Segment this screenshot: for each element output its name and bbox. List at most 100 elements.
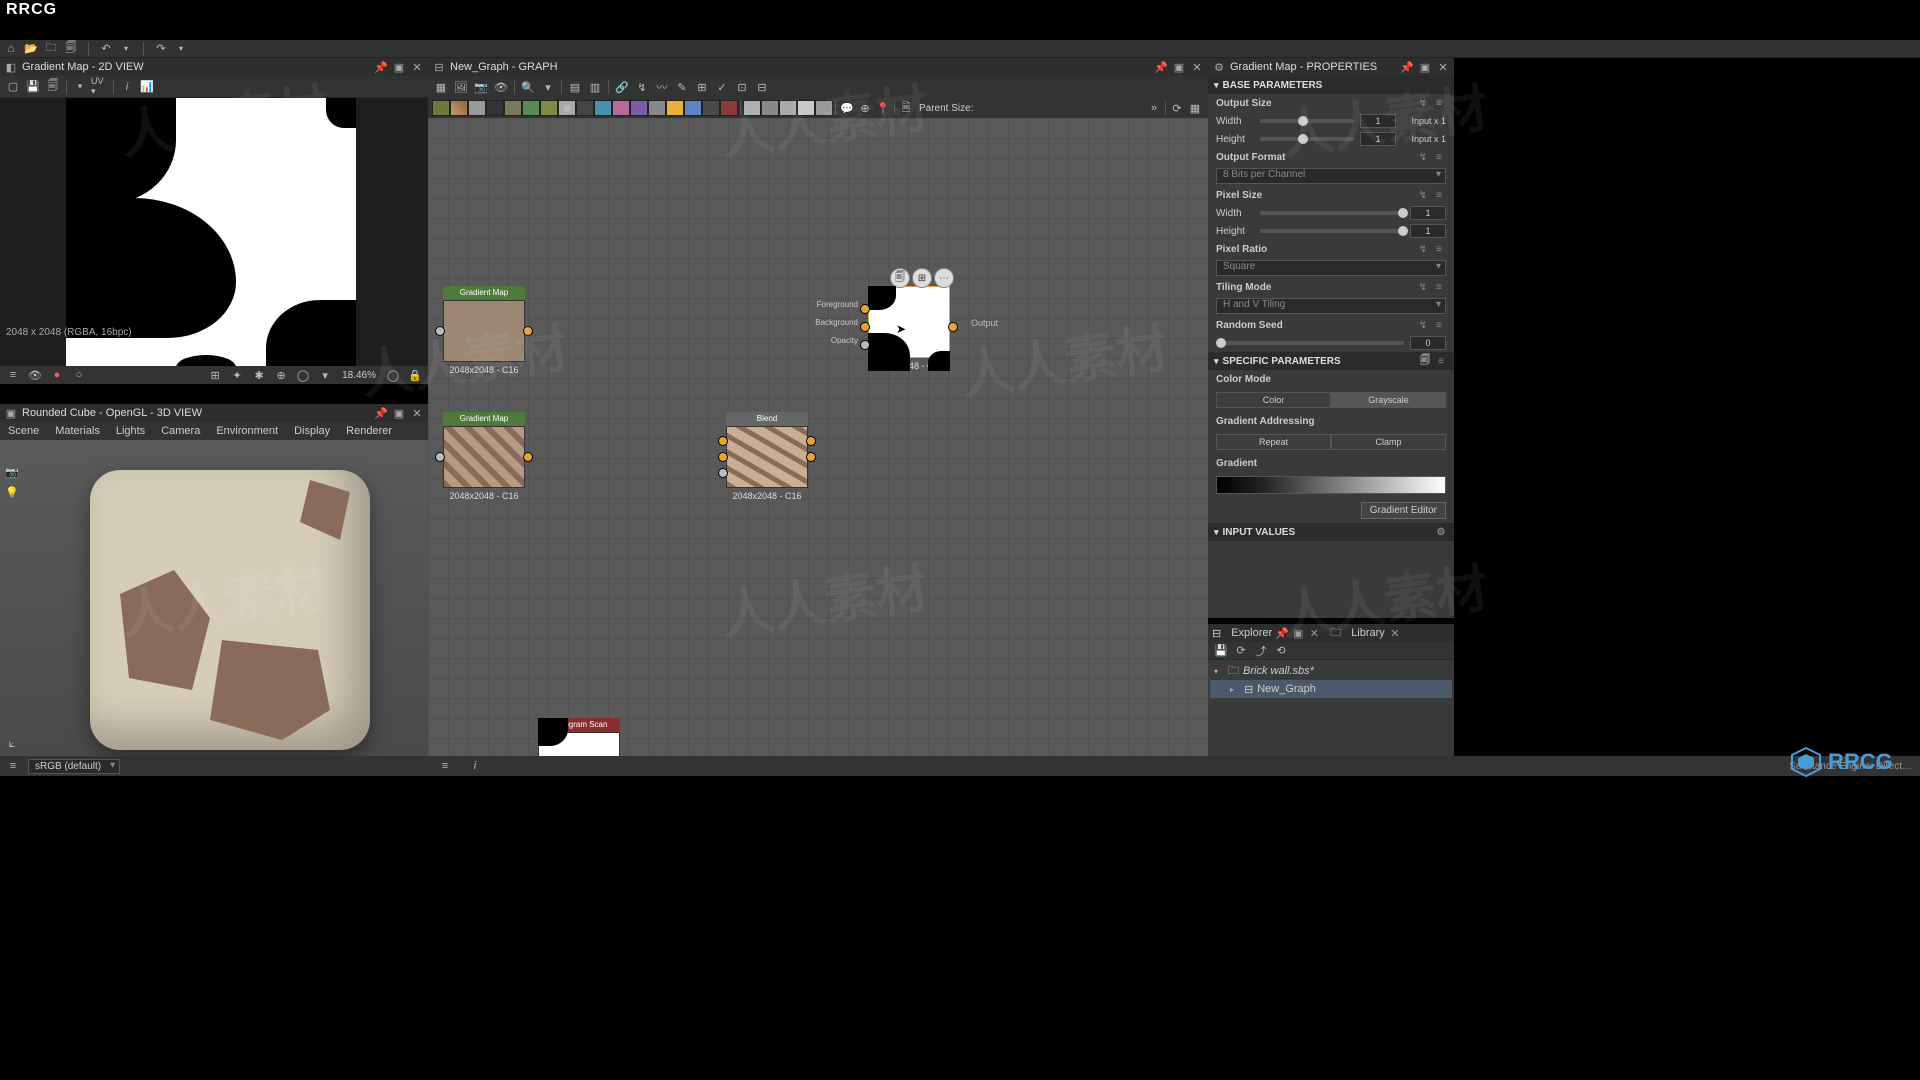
redo-icon[interactable]: ↷	[154, 42, 168, 56]
close-icon[interactable]: ✕	[1308, 627, 1320, 639]
ps-height-slider[interactable]	[1260, 229, 1404, 233]
close-icon[interactable]: ✕	[1190, 60, 1204, 74]
swatch-grid[interactable]: ⊞	[558, 100, 576, 116]
menu-renderer[interactable]: Renderer	[346, 425, 392, 437]
colorspace-combo[interactable]: sRGB (default)	[28, 759, 120, 774]
center-icon[interactable]: ⊕	[272, 366, 290, 384]
close-icon[interactable]: ✕	[410, 406, 424, 420]
align2-icon[interactable]: ▥	[586, 78, 604, 96]
swatch[interactable]	[702, 100, 720, 116]
tree-root[interactable]: ▾🗀 Brick wall.sbs*	[1210, 662, 1452, 680]
swatch[interactable]	[779, 100, 797, 116]
input-port[interactable]	[860, 340, 870, 350]
pin-icon[interactable]: 📌	[374, 60, 388, 74]
copy-chip-icon[interactable]: 🗐	[890, 268, 910, 288]
swatch[interactable]	[666, 100, 684, 116]
menu-scene[interactable]: Scene	[8, 425, 39, 437]
layers-icon[interactable]: ≡	[4, 366, 22, 384]
menu-icon[interactable]: ≡	[1432, 242, 1446, 256]
crop2-icon[interactable]: ⊟	[753, 78, 771, 96]
format-dropdown[interactable]: 8 Bits per Channel	[1216, 168, 1446, 184]
swatch[interactable]	[684, 100, 702, 116]
info-icon[interactable]: i	[466, 757, 484, 775]
menu-environment[interactable]: Environment	[216, 425, 278, 437]
dot-icon[interactable]: ●	[48, 366, 66, 384]
check-icon[interactable]: ✓	[713, 78, 731, 96]
output-port[interactable]	[806, 452, 816, 462]
eye-icon[interactable]: 👁	[492, 78, 510, 96]
frame-icon[interactable]: ▦	[432, 78, 450, 96]
input-port[interactable]	[435, 326, 445, 336]
canvas-3d[interactable]: 📷 💡 ⟀	[0, 440, 428, 756]
gradient-bar[interactable]	[1216, 476, 1446, 494]
seg-repeat[interactable]: Repeat	[1216, 434, 1331, 450]
swatch[interactable]	[720, 100, 738, 116]
ps-width-slider[interactable]	[1260, 211, 1404, 215]
output-port[interactable]	[806, 436, 816, 446]
menu-icon[interactable]: ≡	[1432, 318, 1446, 332]
menu-display[interactable]: Display	[294, 425, 330, 437]
output-port[interactable]	[523, 452, 533, 462]
swatch[interactable]	[612, 100, 630, 116]
section-base-parameters[interactable]: ▾BASE PARAMETERS	[1208, 76, 1454, 94]
height-slider[interactable]	[1260, 137, 1354, 141]
menu-icon[interactable]: ≡	[1432, 96, 1446, 110]
open-icon[interactable]: 📂	[24, 42, 38, 56]
recent-icon[interactable]: 🗀	[44, 42, 58, 56]
menu-materials[interactable]: Materials	[55, 425, 100, 437]
camera-icon[interactable]: 📷	[472, 78, 490, 96]
grid-chip-icon[interactable]: ⊞	[912, 268, 932, 288]
node-blend-2[interactable]: 🗐 ⊞ ⋯ 2048x2048 - C16 Foreground Backgro…	[868, 286, 950, 371]
align-icon[interactable]: ▤	[566, 78, 584, 96]
tab-explorer[interactable]: Explorer 📌 ▣ ✕	[1225, 624, 1326, 642]
link-icon[interactable]: ↯	[1416, 188, 1430, 202]
ps-width-value[interactable]: 1	[1410, 206, 1446, 220]
crop-icon[interactable]: ⊡	[733, 78, 751, 96]
dot2-icon[interactable]: ○	[70, 366, 88, 384]
close-icon[interactable]: ✕	[410, 60, 424, 74]
height-value[interactable]: 1	[1360, 132, 1396, 146]
section-specific-parameters[interactable]: ▾SPECIFIC PARAMETERS 🗐≡	[1208, 352, 1454, 370]
canvas-2d[interactable]: 2048 x 2048 (RGBA, 16bpc)	[0, 98, 428, 366]
tree-item-graph[interactable]: ▸⊟ New_Graph	[1210, 680, 1452, 698]
expand-icon[interactable]: »	[1145, 99, 1163, 117]
pin-icon[interactable]: 📌	[1276, 627, 1288, 639]
ratio-dropdown[interactable]: Square	[1216, 260, 1446, 276]
node-gradient-map-2[interactable]: Gradient Map 2048x2048 - C16	[443, 412, 525, 501]
popout-icon[interactable]: ▣	[392, 60, 406, 74]
width-value[interactable]: 1	[1360, 114, 1396, 128]
export-icon[interactable]: ⤴	[1252, 642, 1270, 660]
section-input-values[interactable]: ▾INPUT VALUES ⚙	[1208, 523, 1454, 541]
save-icon[interactable]: 💾	[1212, 642, 1230, 660]
swatch[interactable]	[522, 100, 540, 116]
refresh-icon[interactable]: ⟳	[1168, 99, 1186, 117]
tiling-dropdown[interactable]: H and V Tiling	[1216, 298, 1446, 314]
uv-toggle[interactable]: UV ▾	[91, 78, 109, 96]
output-port[interactable]	[948, 322, 958, 332]
link-icon[interactable]: ↯	[1416, 318, 1430, 332]
gradient-editor-button[interactable]: Gradient Editor	[1361, 502, 1446, 519]
layout-icon[interactable]: ▦	[1186, 99, 1204, 117]
swatch[interactable]	[504, 100, 522, 116]
popout-icon[interactable]: ▣	[1292, 627, 1304, 639]
home-icon[interactable]: ⌂	[4, 42, 18, 56]
light-icon[interactable]: 💡	[4, 484, 20, 500]
histogram-icon[interactable]: 📊	[138, 78, 156, 96]
gear-icon[interactable]: ⚙	[1434, 525, 1448, 539]
swatch[interactable]	[594, 100, 612, 116]
save-icon[interactable]: 💾	[24, 78, 42, 96]
layers-icon[interactable]: ≡	[4, 757, 22, 775]
target-icon[interactable]: ✱	[250, 366, 268, 384]
new-icon[interactable]: ▢	[4, 78, 22, 96]
copy-icon[interactable]: 🗐	[44, 78, 62, 96]
menu-lights[interactable]: Lights	[116, 425, 145, 437]
swatch[interactable]	[468, 100, 486, 116]
pin-icon[interactable]: 📌	[1154, 60, 1168, 74]
menu-icon[interactable]: ≡	[1434, 354, 1448, 368]
comment-icon[interactable]: 💬	[838, 99, 856, 117]
eye-icon[interactable]: 👁	[26, 366, 44, 384]
swatch[interactable]	[743, 100, 761, 116]
save-icon[interactable]: 🗐	[64, 42, 78, 56]
menu-camera[interactable]: Camera	[161, 425, 200, 437]
swatch[interactable]	[450, 100, 468, 116]
